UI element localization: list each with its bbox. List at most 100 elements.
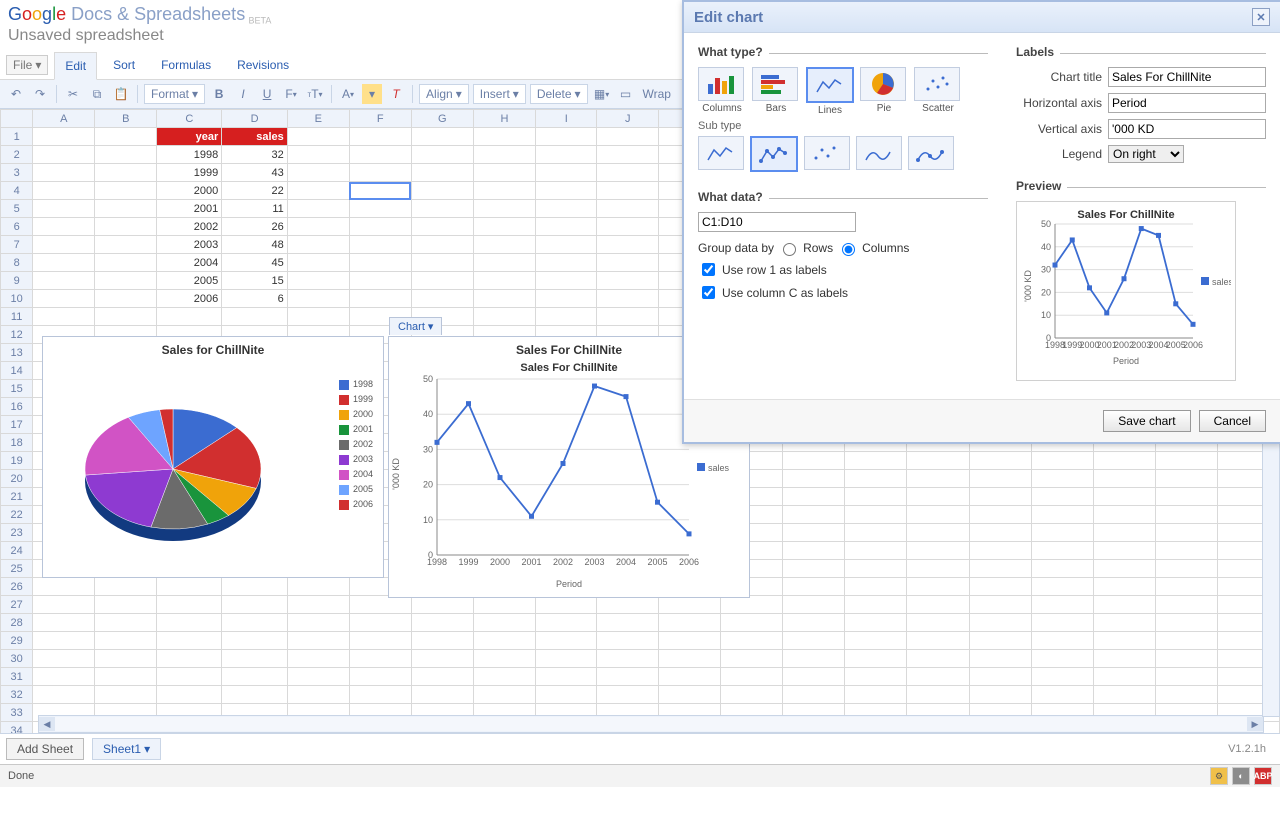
svg-text:'000 KD: '000 KD	[391, 458, 401, 490]
app-version: V1.2.1h	[1228, 743, 1274, 755]
svg-text:Period: Period	[556, 579, 582, 589]
labels-heading: Labels	[1016, 45, 1266, 59]
borders-icon[interactable]: ▦▾	[592, 84, 612, 104]
chart-type-bars[interactable]: Bars	[752, 67, 800, 116]
redo-icon[interactable]: ↷	[30, 84, 50, 104]
undo-icon[interactable]: ↶	[6, 84, 26, 104]
svg-text:50: 50	[423, 374, 433, 384]
subtype-line-3[interactable]	[804, 136, 850, 170]
dialog-title: Edit chart	[694, 9, 763, 26]
scroll-right-icon[interactable]: ▶	[1247, 717, 1263, 731]
chart-tab[interactable]: Chart▾	[389, 317, 442, 335]
tab-revisions[interactable]: Revisions	[227, 52, 299, 78]
horizontal-scrollbar[interactable]: ◀ ▶	[38, 715, 1264, 733]
add-sheet-button[interactable]: Add Sheet	[6, 738, 84, 760]
sheet-tab-1[interactable]: Sheet1▾	[92, 738, 161, 760]
status-icon-1[interactable]: ⚙	[1210, 767, 1228, 785]
chart-pie[interactable]: Sales for ChillNite 19981999200020012002…	[42, 336, 384, 578]
align-menu[interactable]: Align▾	[419, 84, 469, 104]
tab-sort[interactable]: Sort	[103, 52, 145, 78]
svg-text:30: 30	[1041, 265, 1051, 275]
svg-text:2006: 2006	[1183, 340, 1203, 350]
wrap-toggle[interactable]: Wrap	[640, 87, 671, 101]
svg-text:50: 50	[1041, 219, 1051, 229]
underline-icon[interactable]: U	[257, 84, 277, 104]
chart-type-columns[interactable]: Columns	[698, 67, 746, 116]
subtype-line-1[interactable]	[698, 136, 744, 170]
svg-text:10: 10	[1041, 310, 1051, 320]
beta-badge: BETA	[249, 15, 272, 25]
use-row1-checkbox[interactable]	[702, 263, 715, 276]
save-chart-button[interactable]: Save chart	[1103, 410, 1190, 432]
svg-text:1999: 1999	[458, 557, 478, 567]
copy-icon[interactable]: ⧉	[87, 84, 107, 104]
group-by-rows-radio[interactable]	[783, 243, 796, 256]
group-by-row: Group data by Rows Columns	[698, 240, 988, 256]
cancel-button[interactable]: Cancel	[1199, 410, 1266, 432]
file-menu[interactable]: File▾	[6, 55, 48, 75]
chart-type-lines[interactable]: Lines	[806, 67, 854, 116]
svg-text:2001: 2001	[521, 557, 541, 567]
chevron-down-icon: ▾	[35, 58, 41, 72]
subtype-line-4[interactable]	[856, 136, 902, 170]
what-data-heading: What data?	[698, 190, 988, 204]
edit-chart-dialog: Edit chart ✕ What type? Columns Bars Lin…	[682, 0, 1280, 444]
data-range-input[interactable]	[698, 212, 856, 232]
font-icon[interactable]: F▾	[281, 84, 301, 104]
merge-icon[interactable]: ▭	[616, 84, 636, 104]
svg-text:2003: 2003	[584, 557, 604, 567]
preview-box: 0102030405019981999200020012002200320042…	[1016, 201, 1236, 381]
status-text: Done	[8, 770, 34, 782]
vertical-axis-input[interactable]	[1108, 119, 1266, 139]
chevron-down-icon: ▾	[144, 742, 150, 756]
italic-icon[interactable]: I	[233, 84, 253, 104]
subtype-line-5[interactable]	[908, 136, 954, 170]
chart-type-scatter[interactable]: Scatter	[914, 67, 962, 116]
use-colc-checkbox[interactable]	[702, 286, 715, 299]
text-color-icon[interactable]: A▾	[338, 84, 358, 104]
svg-text:Sales For ChillNite: Sales For ChillNite	[1077, 209, 1174, 221]
horizontal-axis-input[interactable]	[1108, 93, 1266, 113]
abp-icon[interactable]: ABP	[1254, 767, 1272, 785]
what-type-heading: What type?	[698, 45, 988, 59]
legend-select[interactable]: On right	[1108, 145, 1184, 163]
delete-menu[interactable]: Delete▾	[530, 84, 588, 104]
svg-text:Period: Period	[1113, 356, 1139, 366]
sheet-footer: Add Sheet Sheet1▾ V1.2.1h	[0, 733, 1280, 764]
status-icon-2[interactable]: ◐	[1232, 767, 1250, 785]
svg-text:2000: 2000	[490, 557, 510, 567]
preview-heading: Preview	[1016, 179, 1266, 193]
font-size-icon[interactable]: тT▾	[305, 84, 325, 104]
tab-formulas[interactable]: Formulas	[151, 52, 221, 78]
svg-text:2004: 2004	[616, 557, 636, 567]
svg-text:2005: 2005	[647, 557, 667, 567]
svg-text:2006: 2006	[679, 557, 699, 567]
svg-text:sales: sales	[708, 463, 730, 473]
pie-chart-svg	[43, 359, 383, 569]
chart-type-pie[interactable]: Pie	[860, 67, 908, 116]
cut-icon[interactable]: ✂	[63, 84, 83, 104]
svg-text:Sales For ChillNite: Sales For ChillNite	[520, 362, 617, 374]
dialog-titlebar[interactable]: Edit chart ✕	[684, 2, 1280, 33]
chevron-down-icon: ▾	[428, 320, 434, 333]
paste-icon[interactable]: 📋	[111, 84, 131, 104]
chevron-down-icon: ▾	[575, 87, 581, 101]
clear-format-icon[interactable]: T	[386, 84, 406, 104]
chart-title-input[interactable]	[1108, 67, 1266, 87]
app-logo: Google Docs & Spreadsheets	[8, 4, 245, 24]
fill-color-icon[interactable]: ▾	[362, 84, 382, 104]
subtype-line-2[interactable]	[750, 136, 798, 172]
bold-icon[interactable]: B	[209, 84, 229, 104]
close-icon[interactable]: ✕	[1252, 8, 1270, 26]
scroll-left-icon[interactable]: ◀	[39, 717, 55, 731]
statusbar: Done ⚙ ◐ ABP	[0, 764, 1280, 787]
tab-edit[interactable]: Edit	[54, 52, 97, 80]
pie-chart-title: Sales for ChillNite	[43, 337, 383, 359]
svg-text:10: 10	[423, 515, 433, 525]
insert-menu[interactable]: Insert▾	[473, 84, 526, 104]
group-by-columns-radio[interactable]	[842, 243, 855, 256]
svg-text:20: 20	[1041, 287, 1051, 297]
svg-text:sales: sales	[1212, 277, 1231, 287]
format-menu[interactable]: Format▾	[144, 84, 205, 104]
svg-text:2002: 2002	[553, 557, 573, 567]
